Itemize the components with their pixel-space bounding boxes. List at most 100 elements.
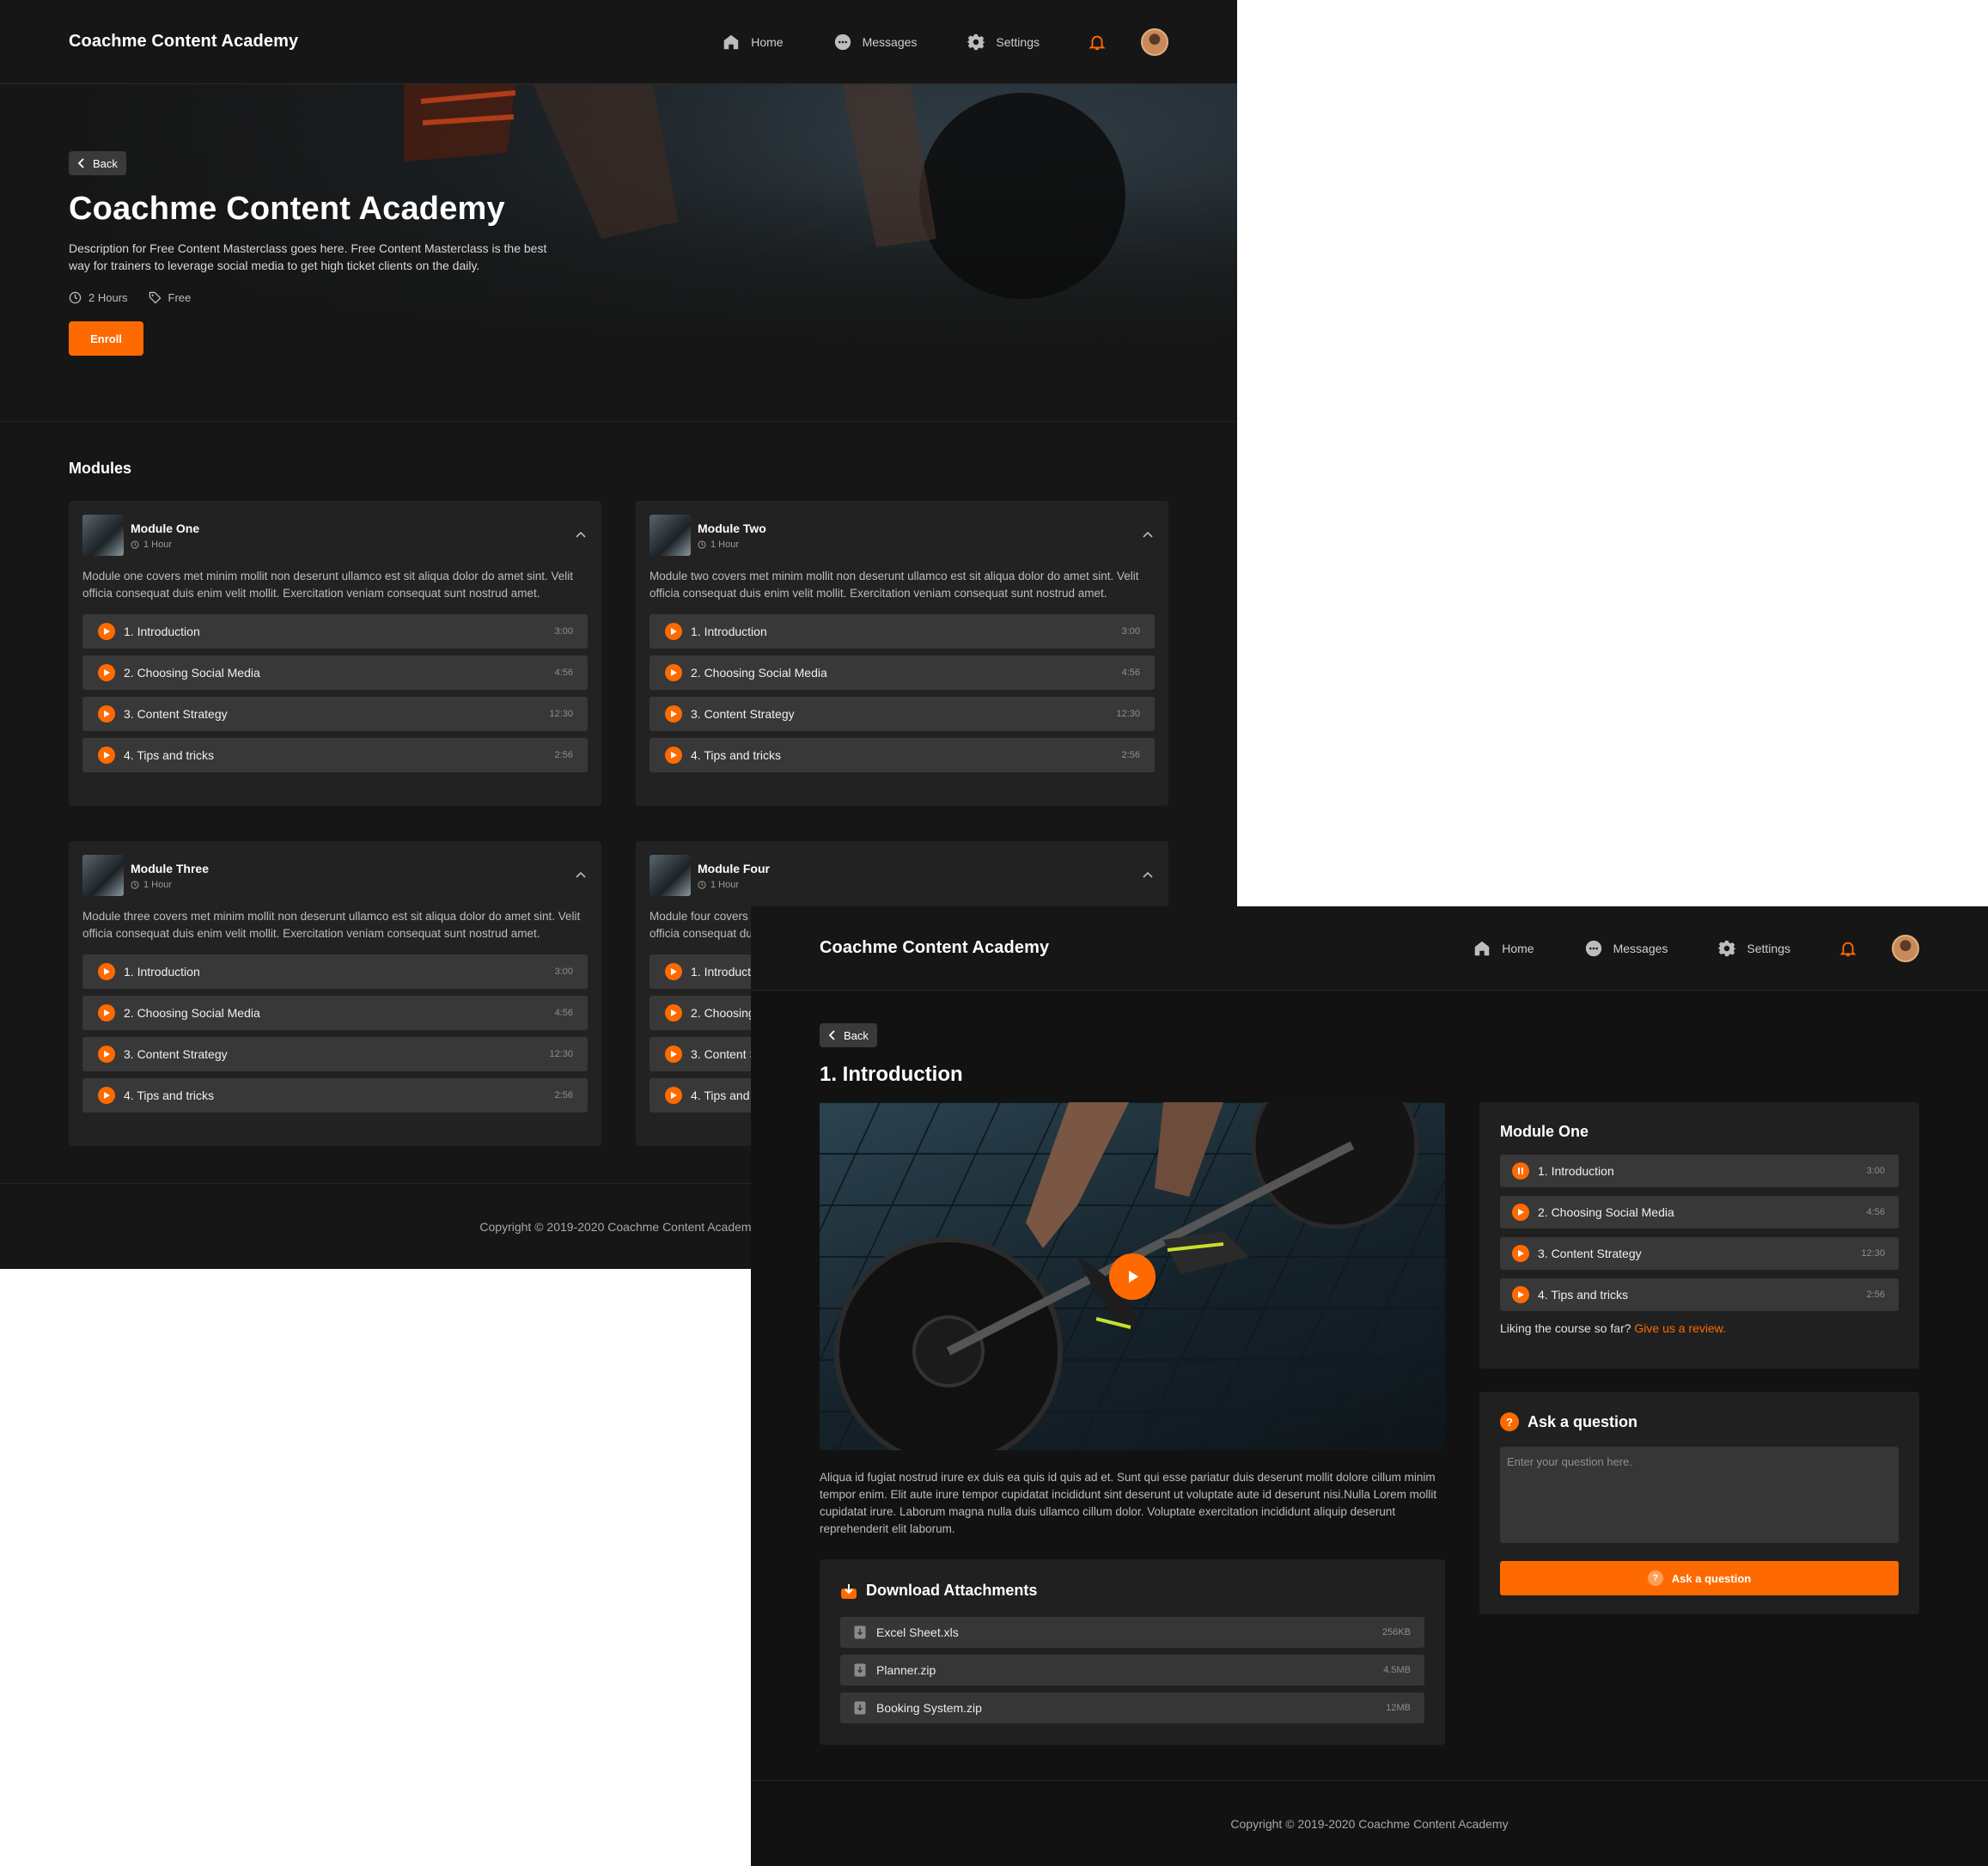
- attachment-size: 4.5MB: [1383, 1665, 1411, 1675]
- nav-home[interactable]: Home: [722, 33, 784, 52]
- lesson-row-time: 2:56: [554, 750, 573, 760]
- module-header[interactable]: Module Four 1 Hour: [649, 855, 1155, 896]
- course-description: Description for Free Content Masterclass…: [69, 241, 547, 272]
- bell-icon[interactable]: [1839, 939, 1857, 958]
- module-card: Module One 1 Hour Module one covers met …: [69, 501, 601, 806]
- nav-home[interactable]: Home: [1473, 939, 1534, 958]
- sidebar-lesson-time: 3:00: [1866, 1166, 1885, 1176]
- lesson-row[interactable]: 1. Introduction 3:00: [82, 614, 588, 649]
- video-play-button[interactable]: [1109, 1253, 1156, 1300]
- sidebar-lesson-row[interactable]: 2. Choosing Social Media 4:56: [1500, 1196, 1899, 1229]
- nav-messages[interactable]: Messages: [833, 33, 917, 52]
- lesson-row[interactable]: 2. Choosing Social Media 4:56: [82, 996, 588, 1030]
- nav-settings-label: Settings: [996, 34, 1040, 49]
- lesson-row-time: 4:56: [1121, 668, 1140, 678]
- lesson-row-time: 3:00: [1121, 626, 1140, 637]
- attachment-row[interactable]: Planner.zip 4.5MB: [840, 1655, 1424, 1686]
- sidebar-lesson-row[interactable]: 3. Content Strategy 12:30: [1500, 1237, 1899, 1270]
- attachments-list: Excel Sheet.xls 256KB Planner.zip 4.5MB …: [840, 1617, 1424, 1723]
- home-icon: [1474, 941, 1490, 955]
- chevron-up-icon[interactable]: [1141, 528, 1155, 542]
- avatar[interactable]: [1141, 27, 1168, 56]
- attachment-row[interactable]: Excel Sheet.xls 256KB: [840, 1617, 1424, 1648]
- nav-home-label: Home: [1502, 941, 1534, 955]
- review-prompt-text: Liking the course so far?: [1500, 1321, 1631, 1335]
- module-card: Module Two 1 Hour Module two covers met …: [636, 501, 1168, 806]
- lesson-row[interactable]: 1. Introduction 3:00: [82, 954, 588, 989]
- nav-messages[interactable]: Messages: [1584, 939, 1668, 958]
- ask-question-button[interactable]: ? Ask a question: [1500, 1561, 1899, 1595]
- file-download-icon: [854, 1663, 866, 1677]
- play-icon: [665, 1004, 682, 1021]
- attachment-row[interactable]: Booking System.zip 12MB: [840, 1692, 1424, 1723]
- lesson-row[interactable]: 4. Tips and tricks 2:56: [82, 738, 588, 772]
- lesson-row[interactable]: 3. Content Strategy 12:30: [649, 697, 1155, 731]
- lesson-row[interactable]: 4. Tips and tricks 2:56: [82, 1078, 588, 1113]
- chevron-up-icon[interactable]: [574, 528, 588, 542]
- clock-icon: [698, 880, 706, 889]
- module-lesson-list: 1. Introduction 3:00 2. Choosing Social …: [82, 614, 588, 772]
- ask-question-panel: ? Ask a question ? Ask a question: [1479, 1392, 1919, 1614]
- back-label: Back: [844, 1028, 869, 1042]
- module-header[interactable]: Module Three 1 Hour: [82, 855, 588, 896]
- course-title: Coachme Content Academy: [69, 191, 505, 227]
- question-icon: ?: [1500, 1412, 1519, 1431]
- lesson-row[interactable]: 4. Tips and tricks 2:56: [649, 738, 1155, 772]
- attachment-size: 12MB: [1386, 1703, 1411, 1713]
- attachment-name: Booking System.zip: [876, 1701, 982, 1715]
- brand-title[interactable]: Coachme Content Academy: [69, 32, 672, 52]
- nav-settings[interactable]: Settings: [967, 33, 1040, 52]
- file-download-icon: [854, 1625, 866, 1639]
- chevron-up-icon[interactable]: [1141, 869, 1155, 882]
- lesson-row[interactable]: 2. Choosing Social Media 4:56: [82, 656, 588, 690]
- module-name: Module Four: [698, 861, 770, 875]
- sidebar-lesson-row[interactable]: 1. Introduction 3:00: [1500, 1155, 1899, 1187]
- play-icon: [665, 1046, 682, 1063]
- clock-icon: [131, 540, 139, 549]
- question-input[interactable]: [1500, 1447, 1899, 1543]
- module-lesson-list: 1. Introduction 3:00 2. Choosing Social …: [649, 614, 1155, 772]
- lesson-row-title: 2. Choosing Social Media: [124, 1006, 260, 1020]
- module-card: Module Three 1 Hour Module three covers …: [69, 841, 601, 1146]
- lesson-title: 1. Introduction: [820, 1063, 963, 1086]
- chevron-up-icon[interactable]: [574, 869, 588, 882]
- bell-icon[interactable]: [1088, 33, 1107, 52]
- module-duration-text: 1 Hour: [143, 539, 173, 550]
- lesson-row-time: 3:00: [554, 626, 573, 637]
- video-player[interactable]: [820, 1102, 1445, 1450]
- attachments-title: Download Attachments: [866, 1582, 1038, 1599]
- back-button[interactable]: Back: [69, 151, 126, 175]
- nav-settings[interactable]: Settings: [1717, 939, 1790, 958]
- sidebar-lesson-title: 2. Choosing Social Media: [1538, 1205, 1674, 1219]
- lesson-body: Aliqua id fugiat nostrud irure ex duis e…: [820, 1471, 1437, 1535]
- module-thumbnail: [82, 515, 124, 556]
- lesson-row[interactable]: 3. Content Strategy 12:30: [82, 1037, 588, 1071]
- module-lesson-list: 1. Introduction 3:00 2. Choosing Social …: [82, 954, 588, 1113]
- top-nav-lesson: Coachme Content Academy Home Messages Se…: [751, 906, 1988, 991]
- play-icon: [665, 664, 682, 681]
- brand-title[interactable]: Coachme Content Academy: [820, 938, 1423, 958]
- enroll-button[interactable]: Enroll: [69, 321, 143, 356]
- review-link[interactable]: Give us a review.: [1634, 1321, 1726, 1335]
- avatar[interactable]: [1892, 934, 1919, 962]
- ask-title: Ask a question: [1528, 1412, 1638, 1430]
- play-icon: [98, 664, 115, 681]
- course-meta: 2 Hours Free: [69, 291, 584, 304]
- lesson-row[interactable]: 1. Introduction 3:00: [649, 614, 1155, 649]
- module-header[interactable]: Module Two 1 Hour: [649, 515, 1155, 556]
- back-label: Back: [93, 156, 118, 170]
- module-duration-text: 1 Hour: [143, 879, 173, 890]
- sidebar-lesson-row[interactable]: 4. Tips and tricks 2:56: [1500, 1278, 1899, 1311]
- lesson-row-title: 4. Tips and tricks: [691, 748, 782, 762]
- module-thumbnail: [649, 855, 691, 896]
- module-header[interactable]: Module One 1 Hour: [82, 515, 588, 556]
- play-icon: [1512, 1286, 1529, 1303]
- lesson-row[interactable]: 3. Content Strategy 12:30: [82, 697, 588, 731]
- lesson-page-screen: Coachme Content Academy Home Messages Se…: [751, 906, 1988, 1866]
- module-description: Module one covers met minim mollit non d…: [82, 570, 574, 600]
- attachments-heading: Download Attachments: [840, 1582, 1424, 1600]
- clock-icon: [69, 291, 82, 304]
- back-button[interactable]: Back: [820, 1023, 877, 1047]
- module-description: Module two covers met minim mollit non d…: [649, 570, 1139, 600]
- lesson-row[interactable]: 2. Choosing Social Media 4:56: [649, 656, 1155, 690]
